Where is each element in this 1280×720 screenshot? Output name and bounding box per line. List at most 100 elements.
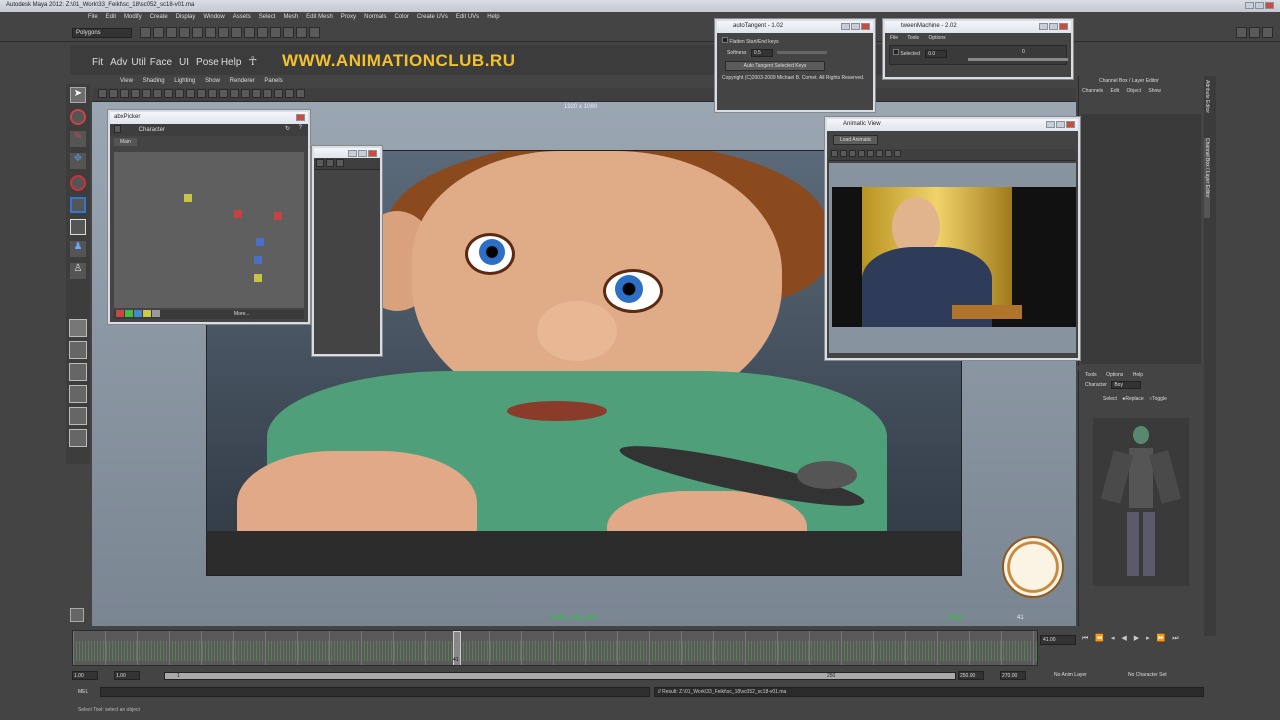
softness-field[interactable]: 0.5 — [750, 49, 773, 57]
time-slider[interactable]: 41 — [72, 630, 1038, 666]
xray-icon[interactable] — [285, 89, 294, 98]
shelf-help-button[interactable]: Help — [221, 57, 242, 68]
menu-normals[interactable]: Normals — [364, 14, 386, 20]
command-input[interactable] — [100, 687, 650, 697]
isolate-icon[interactable] — [296, 89, 305, 98]
picker-button-spine-1[interactable] — [256, 238, 264, 246]
outliner-maximize-button[interactable] — [358, 150, 367, 157]
tool-settings-toggle-icon[interactable] — [1249, 27, 1260, 38]
shadows-icon[interactable] — [274, 89, 283, 98]
animatic-titlebar[interactable]: Animatic View — [827, 119, 1078, 131]
wireframe-icon[interactable] — [219, 89, 228, 98]
rotate-tool-icon[interactable] — [70, 175, 86, 191]
grid-toggle-icon[interactable] — [142, 89, 151, 98]
tweenmachine-slider[interactable] — [968, 58, 1068, 61]
maximize-button[interactable] — [1255, 2, 1264, 9]
mode-dropdown[interactable]: Polygons — [72, 28, 132, 39]
picker-button-eyebrow-l[interactable] — [274, 212, 282, 220]
swatch-red[interactable] — [116, 310, 124, 317]
menu-create-uvs[interactable]: Create UVs — [417, 14, 448, 20]
menu-edit[interactable]: Edit — [106, 14, 116, 20]
layout-persp-outliner-icon[interactable] — [69, 385, 87, 403]
safe-action-icon[interactable] — [197, 89, 206, 98]
character-pose-icon[interactable]: ☥ — [248, 54, 257, 68]
animatic-minimize-button[interactable] — [1046, 121, 1055, 128]
outliner-tool2-icon[interactable] — [326, 159, 334, 167]
render-icon[interactable] — [282, 27, 294, 38]
select-object-icon[interactable] — [191, 27, 203, 38]
channel-list-area[interactable] — [1081, 114, 1201, 364]
anim-layer-dropdown[interactable]: No Anim Layer — [1054, 672, 1087, 678]
character-set-dropdown[interactable]: No Character Set — [1128, 672, 1167, 678]
channel-box-toggle-icon[interactable] — [1262, 27, 1273, 38]
picker-leg-left[interactable] — [1127, 512, 1139, 576]
layout-hypergraph-icon[interactable] — [69, 407, 87, 425]
picker-button-head[interactable] — [184, 194, 192, 202]
picker-head[interactable] — [1133, 426, 1149, 444]
abxpicker-more-button[interactable]: More... — [234, 311, 250, 317]
character-body-picker[interactable] — [1093, 418, 1189, 586]
tweenmachine-menu-tools[interactable]: Tools — [907, 35, 919, 41]
tweenmachine-menu-options[interactable]: Options — [928, 35, 945, 41]
lasso-tool-icon[interactable] — [70, 109, 86, 125]
abxpicker-titlebar[interactable]: abxPicker — [110, 112, 308, 124]
textured-icon[interactable] — [252, 89, 261, 98]
outliner-tool-icon[interactable] — [316, 159, 324, 167]
current-frame-field[interactable]: 41.00 — [1040, 635, 1076, 645]
open-scene-icon[interactable] — [152, 27, 164, 38]
shelf-fit-button[interactable]: Fit — [92, 57, 103, 68]
panel-menu-show[interactable]: Show — [205, 78, 220, 84]
channel-menu-channels[interactable]: Channels — [1082, 88, 1103, 94]
menu-display[interactable]: Display — [176, 14, 196, 20]
picker-button-spine-2[interactable] — [254, 256, 262, 264]
image-plane-icon[interactable] — [131, 89, 140, 98]
shelf-pose-button[interactable]: Pose — [196, 57, 219, 68]
save-scene-icon[interactable] — [165, 27, 177, 38]
menu-create[interactable]: Create — [150, 14, 168, 20]
go-to-start-icon[interactable]: ⏮ — [1082, 635, 1088, 642]
tweenmachine-titlebar[interactable]: tweenMachine - 2.02 — [885, 21, 1071, 33]
film-gate-icon[interactable] — [153, 89, 162, 98]
swatch-blue[interactable] — [134, 310, 142, 317]
flatten-checkbox[interactable] — [722, 37, 728, 43]
move-tool-icon[interactable]: ✥ — [70, 153, 86, 169]
abxpicker-tab-main[interactable]: Main — [114, 138, 137, 146]
smooth-shade-icon[interactable] — [230, 89, 239, 98]
tweenmachine-selected-checkbox[interactable] — [893, 49, 899, 55]
menu-edit-uvs[interactable]: Edit UVs — [456, 14, 479, 20]
new-scene-icon[interactable] — [139, 27, 151, 38]
panel-menu-panels[interactable]: Panels — [264, 78, 282, 84]
shelf-face-button[interactable]: Face — [150, 57, 172, 68]
menu-assets[interactable]: Assets — [233, 14, 251, 20]
swatch-grey[interactable] — [152, 310, 160, 317]
menu-proxy[interactable]: Proxy — [341, 14, 356, 20]
animatic-gate-icon[interactable] — [858, 150, 865, 157]
scale-tool-icon[interactable] — [70, 197, 86, 213]
charpanel-menu-tools[interactable]: Tools — [1085, 372, 1097, 378]
channel-menu-show[interactable]: Show — [1148, 88, 1161, 94]
step-back-key-icon[interactable]: ⏪ — [1095, 635, 1104, 642]
tweenmachine-minimize-button[interactable] — [1039, 23, 1048, 30]
snap-point-icon[interactable] — [243, 27, 255, 38]
tweenmachine-value-field[interactable]: 0.0 — [925, 50, 948, 58]
outliner-close-button[interactable] — [368, 150, 377, 157]
layout-single-icon[interactable] — [69, 319, 87, 337]
panel-menu-view[interactable]: View — [120, 78, 133, 84]
select-hierarchy-icon[interactable] — [178, 27, 190, 38]
menu-file[interactable]: File — [88, 14, 98, 20]
menu-mesh[interactable]: Mesh — [283, 14, 298, 20]
charpanel-menu-help[interactable]: Help — [1133, 372, 1143, 378]
channel-menu-edit[interactable]: Edit — [1111, 88, 1120, 94]
charpanel-menu-options[interactable]: Options — [1106, 372, 1123, 378]
menu-select[interactable]: Select — [259, 14, 276, 20]
side-tab-attribute-editor[interactable]: Attribute Editor — [1204, 80, 1210, 130]
animatic-texture-icon[interactable] — [894, 150, 901, 157]
menu-edit-mesh[interactable]: Edit Mesh — [306, 14, 333, 20]
outliner-titlebar[interactable] — [314, 148, 380, 158]
auto-tangent-button[interactable]: Auto Tangent Selected Keys — [725, 61, 825, 71]
tweenmachine-maximize-button[interactable] — [1049, 23, 1058, 30]
select-tool-icon[interactable]: ➤ — [70, 87, 86, 103]
outliner-minimize-button[interactable] — [348, 150, 357, 157]
picker-button-eyebrow-r[interactable] — [234, 210, 242, 218]
shelf-ui-button[interactable]: UI — [179, 57, 189, 68]
